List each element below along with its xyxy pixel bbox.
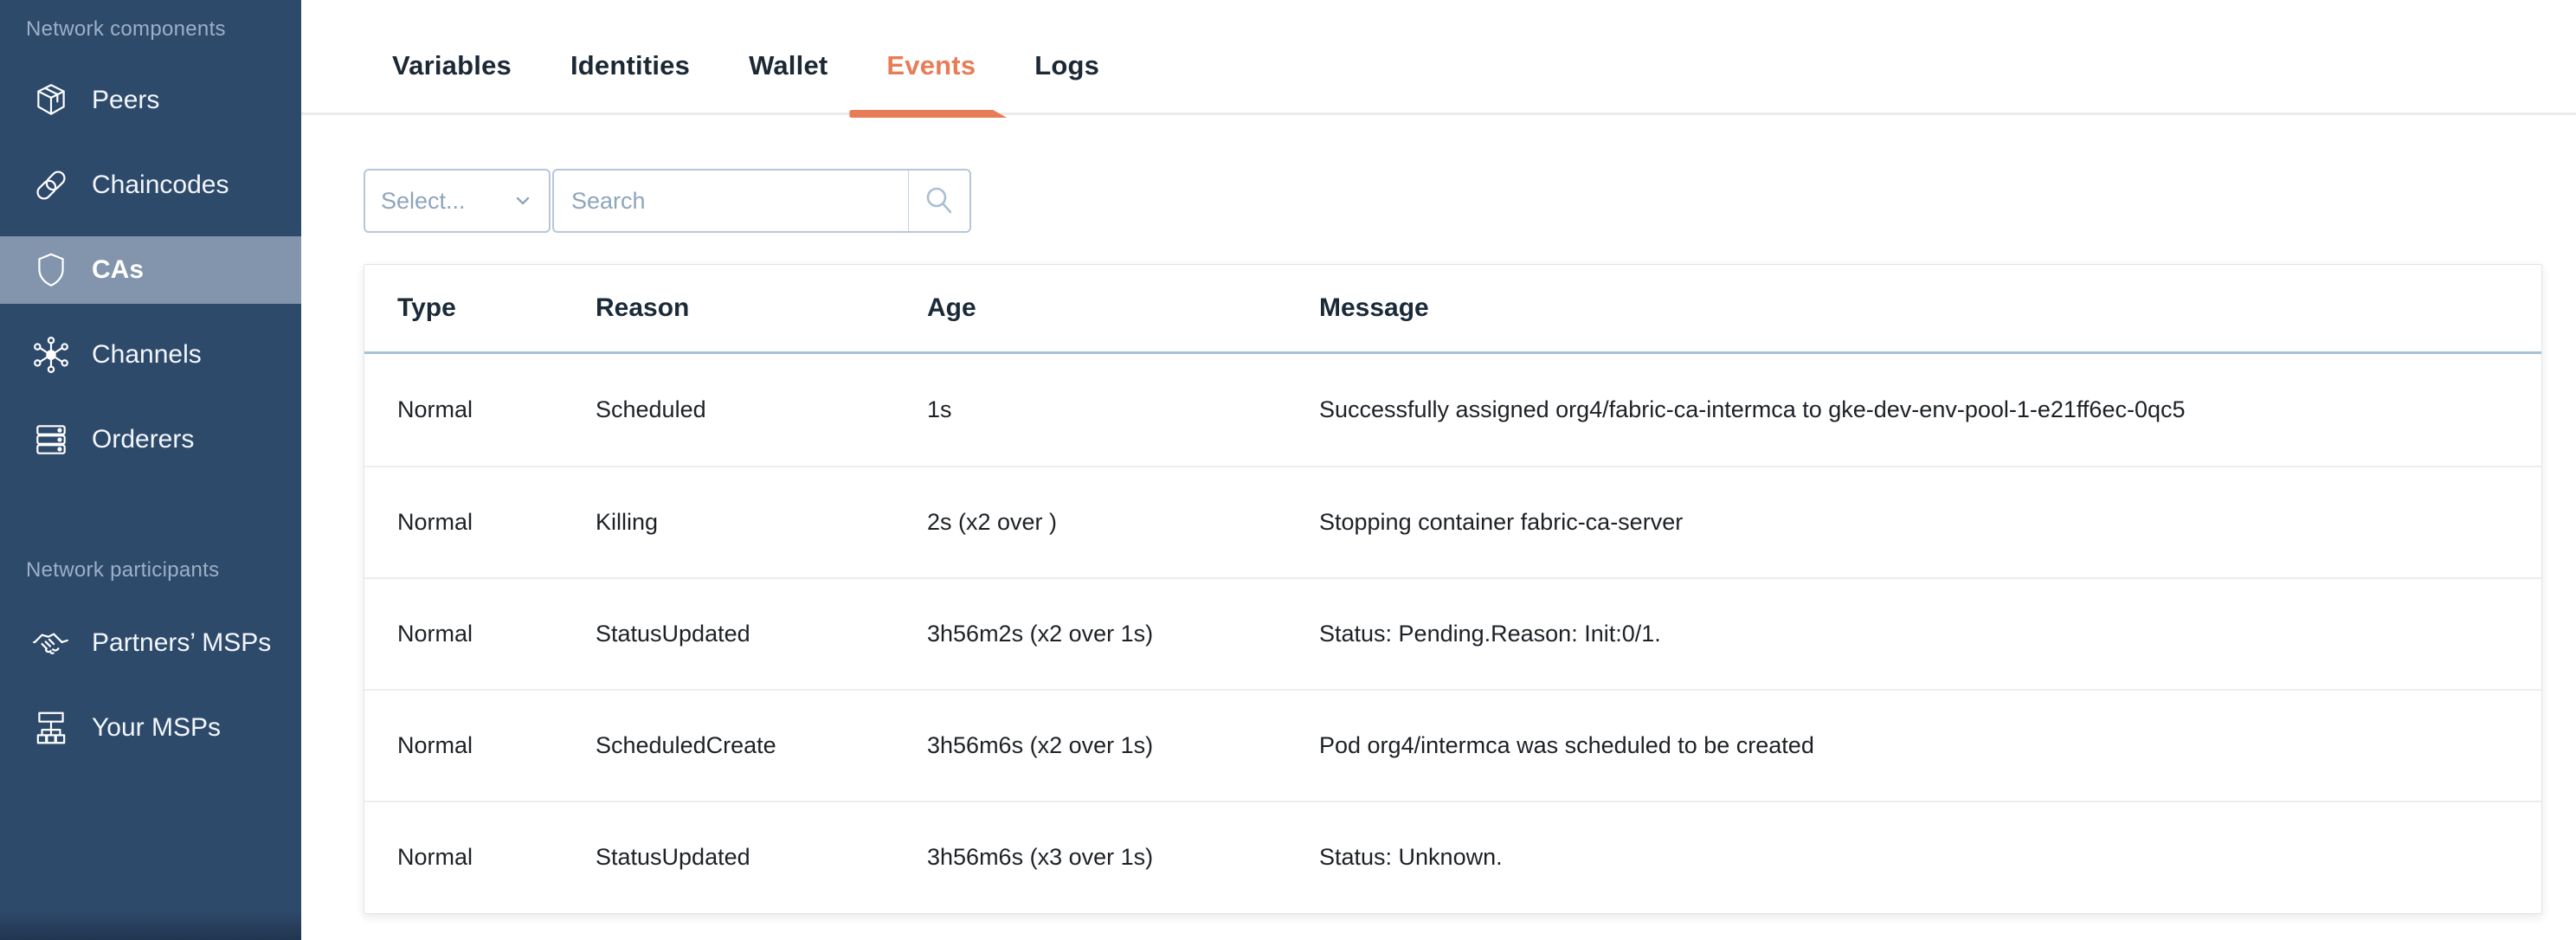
cell-message: Successfully assigned org4/fabric-ca-int…	[1319, 396, 2541, 423]
cell-reason: Killing	[596, 509, 927, 536]
column-header-age: Age	[927, 293, 1319, 323]
cell-type: Normal	[397, 844, 596, 871]
sidebar-section-network-participants: Network participants	[26, 558, 301, 583]
cell-age: 2s (x2 over )	[927, 509, 1319, 536]
select-placeholder: Select...	[381, 188, 512, 215]
sidebar-section-network-components: Network components	[26, 17, 301, 42]
search-icon	[922, 183, 956, 218]
table-row: Normal StatusUpdated 3h56m2s (x2 over 1s…	[364, 577, 2541, 689]
sidebar-item-label: Partners’ MSPs	[92, 628, 271, 658]
table-row: Normal StatusUpdated 3h56m6s (x3 over 1s…	[364, 801, 2541, 912]
sidebar-item-your-msps[interactable]: Your MSPs	[0, 694, 301, 762]
sidebar-item-peers[interactable]: Peers	[0, 67, 301, 134]
cell-type: Normal	[397, 396, 596, 423]
sidebar-item-label: Your MSPs	[92, 713, 221, 743]
table-row: Normal Scheduled 1s Successfully assigne…	[364, 354, 2541, 466]
cell-reason: StatusUpdated	[596, 844, 927, 871]
column-header-type: Type	[397, 293, 596, 323]
cell-type: Normal	[397, 621, 596, 647]
chevron-down-icon	[512, 190, 533, 211]
sidebar-item-label: Peers	[92, 86, 159, 115]
cell-reason: Scheduled	[596, 396, 927, 423]
table-row: Normal ScheduledCreate 3h56m6s (x2 over …	[364, 689, 2541, 801]
orgchart-icon	[31, 708, 71, 748]
filter-bar: Select...	[364, 169, 2576, 233]
search-button[interactable]	[908, 171, 969, 231]
events-table: Type Reason Age Message Normal Scheduled…	[364, 264, 2542, 914]
cell-message: Stopping container fabric-ca-server	[1319, 509, 2541, 536]
handshake-icon	[31, 623, 71, 663]
tab-bar: Variables Identities Wallet Events Logs	[301, 0, 2576, 115]
sidebar-item-partners-msps[interactable]: Partners’ MSPs	[0, 609, 301, 677]
cell-age: 3h56m6s (x3 over 1s)	[927, 844, 1319, 871]
sidebar-item-orderers[interactable]: Orderers	[0, 406, 301, 473]
sidebar-item-label: CAs	[92, 255, 144, 285]
cell-age: 3h56m2s (x2 over 1s)	[927, 621, 1319, 647]
tab-identities[interactable]: Identities	[570, 50, 690, 113]
sidebar-item-channels[interactable]: Channels	[0, 321, 301, 389]
search-input[interactable]	[554, 171, 908, 231]
tab-events[interactable]: Events	[886, 50, 976, 113]
sidebar-item-cas[interactable]: CAs	[0, 236, 301, 304]
sidebar-item-label: Chaincodes	[92, 171, 229, 200]
chain-icon	[31, 165, 71, 205]
table-row: Normal Killing 2s (x2 over ) Stopping co…	[364, 466, 2541, 577]
tab-variables[interactable]: Variables	[392, 50, 512, 113]
cell-reason: ScheduledCreate	[596, 732, 927, 759]
event-type-select[interactable]: Select...	[364, 169, 551, 233]
sidebar: Network components Peers Chaincodes CAs …	[0, 0, 301, 940]
cell-reason: StatusUpdated	[596, 621, 927, 647]
tab-logs[interactable]: Logs	[1034, 50, 1099, 113]
cube-icon	[31, 80, 71, 120]
tab-wallet[interactable]: Wallet	[749, 50, 828, 113]
sidebar-item-chaincodes[interactable]: Chaincodes	[0, 151, 301, 219]
sidebar-item-label: Orderers	[92, 425, 194, 454]
servers-icon	[31, 420, 71, 460]
cell-message: Pod org4/intermca was scheduled to be cr…	[1319, 732, 2541, 759]
cell-message: Status: Pending.Reason: Init:0/1.	[1319, 621, 2541, 647]
cell-age: 3h56m6s (x2 over 1s)	[927, 732, 1319, 759]
table-header: Type Reason Age Message	[364, 265, 2541, 354]
cell-message: Status: Unknown.	[1319, 844, 2541, 871]
column-header-reason: Reason	[596, 293, 927, 323]
cell-type: Normal	[397, 509, 596, 536]
main-content: Variables Identities Wallet Events Logs …	[301, 0, 2576, 940]
shield-icon	[31, 250, 71, 290]
search-box	[552, 169, 971, 233]
hub-icon	[31, 335, 71, 375]
cell-age: 1s	[927, 396, 1319, 423]
column-header-message: Message	[1319, 293, 2541, 323]
cell-type: Normal	[397, 732, 596, 759]
sidebar-item-label: Channels	[92, 340, 202, 370]
